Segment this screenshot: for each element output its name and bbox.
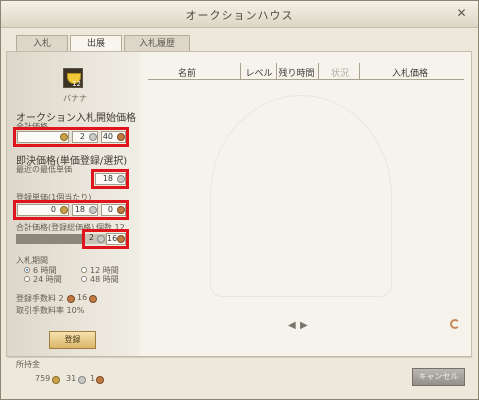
gold-coin-icon <box>52 376 60 384</box>
column-divider <box>359 63 360 79</box>
duration-24h-label: 24 時間 <box>33 275 62 284</box>
column-level[interactable]: レベル <box>244 66 274 79</box>
tab-bid-history[interactable]: 入札履歴 <box>124 35 190 52</box>
money-copper: 1 <box>90 374 96 383</box>
next-page-icon[interactable]: ▶ <box>300 320 308 331</box>
register-button[interactable]: 登録 <box>49 331 96 349</box>
copper-coin-icon <box>67 295 75 303</box>
money-silver: 31 <box>66 374 77 383</box>
column-divider <box>318 63 319 79</box>
window-title: オークションハウス <box>185 9 294 22</box>
duration-48h-label: 48 時間 <box>90 275 119 284</box>
banana-icon[interactable]: 12 <box>63 68 83 88</box>
copper-coin-icon <box>96 376 104 384</box>
duration-6h-radio[interactable] <box>24 267 30 273</box>
background-emblem <box>210 95 392 297</box>
recent-min-price-label: 最近の最低単価 <box>16 165 72 174</box>
commission-rate-label: 取引手数料率 10% <box>16 306 85 315</box>
item-name: バナナ <box>63 94 87 103</box>
table-header-underline <box>148 79 464 80</box>
copper-coin-icon <box>89 295 97 303</box>
prev-page-icon[interactable]: ◀ <box>288 320 296 331</box>
column-time-left[interactable]: 残り時間 <box>277 66 316 79</box>
highlight-box <box>82 229 129 249</box>
column-status[interactable]: 状況 <box>327 66 353 79</box>
duration-48h-radio[interactable] <box>81 276 87 282</box>
column-bid-price[interactable]: 入札価格 <box>390 66 430 79</box>
column-divider <box>240 63 241 79</box>
highlight-box <box>91 169 129 189</box>
close-icon[interactable]: ✕ <box>454 6 469 21</box>
registration-fee-copper: 16 <box>77 293 88 302</box>
cancel-button[interactable]: キャンセル <box>412 368 465 386</box>
highlight-box <box>13 200 129 220</box>
item-stack-count: 12 <box>72 80 81 88</box>
refresh-icon[interactable] <box>450 319 460 329</box>
money-gold: 759 <box>35 374 51 383</box>
column-name[interactable]: 名前 <box>172 66 202 79</box>
registration-fee-label: 登録手数料 2 <box>16 294 64 303</box>
title-bar[interactable]: オークションハウス ✕ <box>1 1 478 28</box>
money-label: 所持金 <box>16 360 40 369</box>
quantity-bar-fill <box>16 234 82 244</box>
silver-coin-icon <box>78 376 86 384</box>
duration-12h-radio[interactable] <box>81 267 87 273</box>
highlight-box <box>13 127 129 147</box>
footer-divider <box>7 357 473 358</box>
tab-bid[interactable]: 入札 <box>16 35 68 52</box>
duration-24h-radio[interactable] <box>24 276 30 282</box>
